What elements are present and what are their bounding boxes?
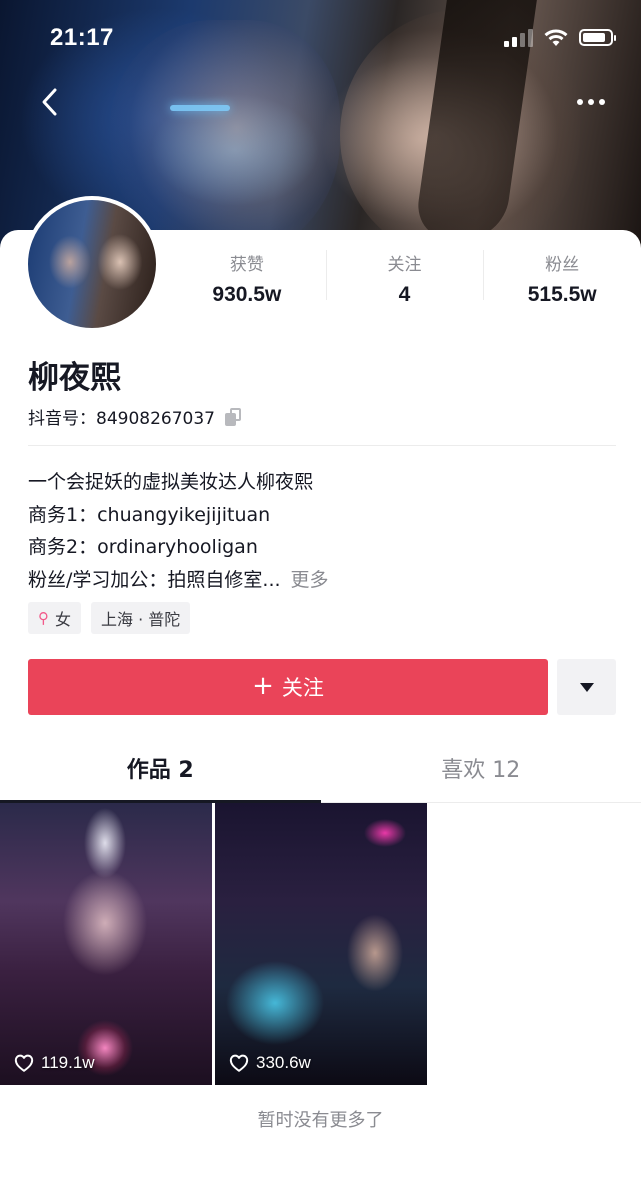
stat-label: 关注 (387, 255, 422, 275)
location-tag: 上海 · 普陀 (91, 602, 191, 634)
stat-value: 4 (398, 283, 411, 306)
recommend-dropdown-button[interactable] (557, 659, 616, 715)
bio-line: 一个会捉妖的虚拟美妆达人柳夜熙 (28, 471, 314, 493)
bio-line: 商务1：chuangyikejijituan (28, 503, 271, 526)
more-options-button[interactable] (569, 82, 613, 122)
profile-stats: 获赞 930.5w 关注 4 粉丝 515.5w (168, 246, 641, 306)
stat-label: 粉丝 (545, 255, 580, 275)
stat-following[interactable]: 关注 4 (325, 246, 484, 306)
wifi-icon (544, 29, 568, 46)
location-tag-label: 上海 · 普陀 (101, 610, 181, 629)
status-time: 21:17 (50, 24, 114, 51)
video-likes-count: 119.1w (41, 1053, 95, 1072)
video-likes-count: 330.6w (256, 1053, 311, 1072)
douyin-id-label: 抖音号：84908267037 (28, 409, 215, 429)
banner-glow (170, 105, 230, 111)
battery-icon (579, 29, 616, 46)
gender-tag: ⚲ 女 (28, 602, 82, 634)
gender-tag-label: 女 (55, 610, 72, 629)
profile-name: 柳夜熙 (28, 360, 121, 396)
stat-value: 930.5w (212, 283, 282, 306)
cellular-signal-icon (504, 28, 533, 47)
video-thumbnail[interactable]: 119.1w (0, 803, 212, 1085)
bio-line: 粉丝/学习加公：拍照自修室... (28, 568, 281, 591)
video-thumbnail[interactable]: 330.6w (215, 803, 427, 1085)
profile-bio: 一个会捉妖的虚拟美妆达人柳夜熙 商务1：chuangyikejijituan 商… (28, 466, 618, 596)
douyin-id: 抖音号：84908267037 (28, 404, 243, 429)
back-button[interactable] (30, 82, 70, 122)
status-icons (504, 28, 616, 47)
content-tabs: 作品 2 喜欢 12 (0, 740, 641, 803)
more-horizontal-icon (577, 99, 583, 105)
caret-down-icon (579, 682, 594, 692)
stat-value: 515.5w (527, 283, 597, 306)
bio-line: 商务2：ordinaryhooligan (28, 536, 258, 558)
bio-more-link[interactable]: 更多 (291, 569, 329, 591)
heart-outline-icon (14, 1054, 34, 1072)
copy-icon[interactable] (224, 407, 243, 426)
follow-button[interactable]: + 关注 (28, 659, 548, 715)
chevron-left-icon (42, 88, 57, 116)
no-more-text: 暂时没有更多了 (257, 1110, 384, 1131)
video-likes: 119.1w (14, 1053, 95, 1073)
status-bar: 21:17 (0, 0, 641, 76)
bio-line-last: 粉丝/学习加公：拍照自修室... 更多 (28, 564, 618, 597)
divider (28, 445, 616, 446)
tab-works[interactable]: 作品 2 (0, 740, 321, 803)
video-likes: 330.6w (229, 1053, 311, 1073)
video-grid: 119.1w 330.6w (0, 803, 427, 1085)
avatar[interactable] (24, 196, 160, 332)
stat-label: 获赞 (229, 255, 264, 275)
heart-outline-icon (229, 1054, 249, 1072)
follow-button-label: 关注 (281, 676, 324, 700)
female-icon: ⚲ (38, 608, 49, 627)
plus-icon: + (252, 671, 274, 701)
stat-likes[interactable]: 获赞 930.5w (168, 246, 326, 306)
stat-followers[interactable]: 粉丝 515.5w (483, 246, 641, 306)
profile-tags: ⚲ 女 上海 · 普陀 (28, 602, 191, 634)
tab-likes[interactable]: 喜欢 12 (321, 740, 641, 802)
